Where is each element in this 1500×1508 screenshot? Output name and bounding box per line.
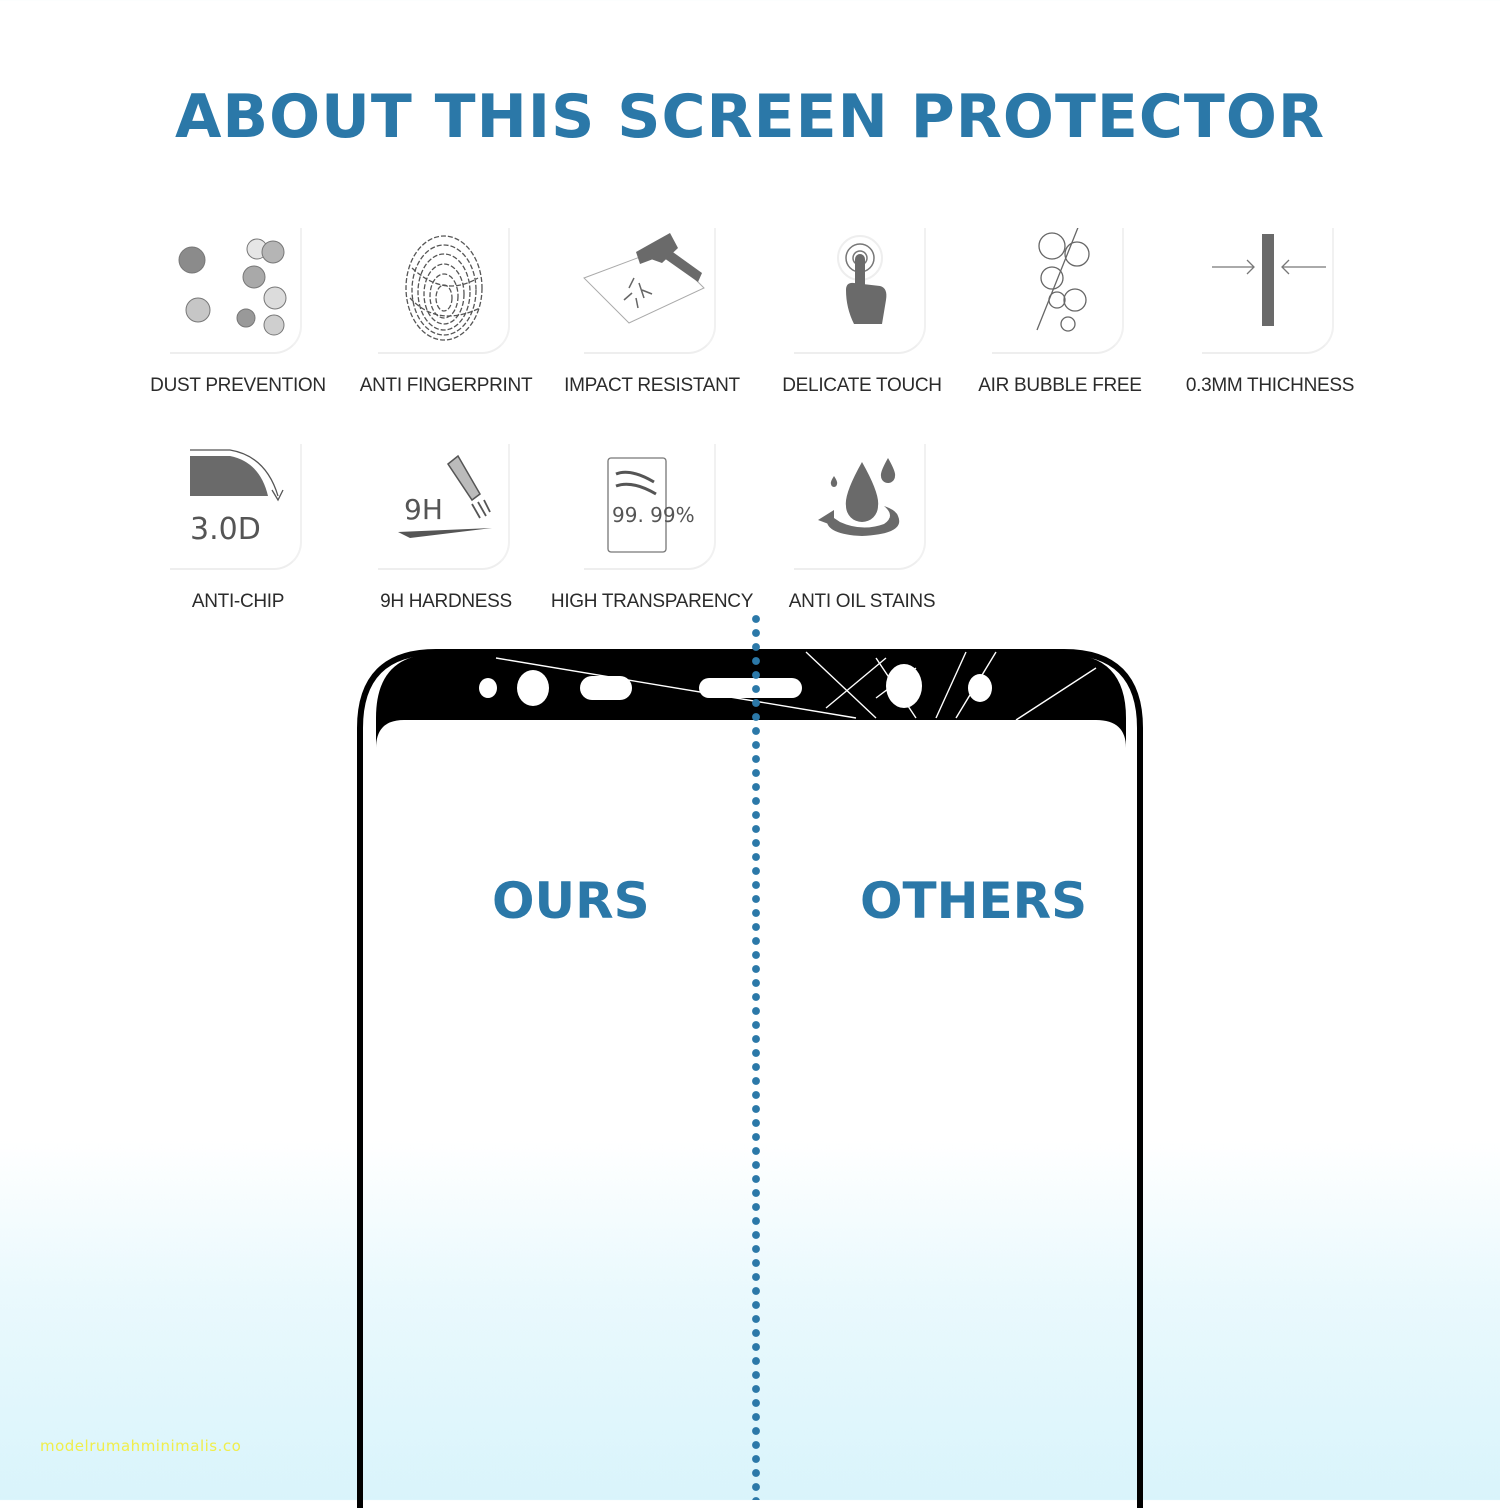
phone-illustration bbox=[357, 649, 1143, 1508]
feature-impact-resistant: IMPACT RESISTANT bbox=[552, 228, 752, 428]
feature-anti-fingerprint: ANTI FINGERPRINT bbox=[346, 228, 546, 428]
feature-label: HIGH TRANSPARENCY bbox=[550, 591, 754, 612]
comparison-divider bbox=[751, 612, 761, 1500]
curved-edge-icon: 3.0D bbox=[190, 449, 284, 547]
feature-anti-oil-stains: ANTI OIL STAINS bbox=[762, 444, 962, 644]
feature-label: IMPACT RESISTANT bbox=[564, 375, 740, 396]
blade-icon: 9H bbox=[398, 454, 492, 538]
icon-text: 3.0D bbox=[190, 512, 261, 547]
feature-label: 9H HARDNESS bbox=[380, 591, 512, 612]
feature-air-bubble-free: AIR BUBBLE FREE bbox=[960, 228, 1160, 428]
feature-label: 0.3MM THICHNESS bbox=[1185, 375, 1355, 396]
dust-particles-icon bbox=[178, 238, 287, 336]
feature-label: ANTI-CHIP bbox=[191, 591, 285, 612]
others-label: OTHERS bbox=[860, 872, 1088, 930]
watermark: modelrumahminimalis.co bbox=[40, 1437, 242, 1455]
hammer-icon bbox=[583, 233, 705, 324]
feature-delicate-touch: DELICATE TOUCH bbox=[762, 228, 962, 428]
transparency-icon: 99. 99% bbox=[607, 457, 695, 553]
finger-touch-icon bbox=[837, 235, 887, 324]
phone-top-bezel bbox=[357, 649, 1143, 1508]
icon-text: 9H bbox=[404, 493, 443, 526]
page-title: ABOUT THIS SCREEN PROTECTOR bbox=[174, 82, 1326, 152]
feature-dust-prevention: DUST PREVENTION bbox=[138, 228, 338, 428]
feature-label: ANTI FINGERPRINT bbox=[359, 375, 533, 396]
sensor-dot bbox=[479, 678, 497, 698]
icon-text: 99. 99% bbox=[612, 503, 695, 527]
ours-label: OURS bbox=[492, 872, 650, 930]
feature-thickness: 0.3MM THICHNESS bbox=[1170, 228, 1370, 428]
front-camera bbox=[517, 670, 549, 706]
feature-label: AIR BUBBLE FREE bbox=[978, 375, 1142, 396]
feature-anti-chip: 3.0D ANTI-CHIP bbox=[138, 444, 338, 644]
feature-label: DUST PREVENTION bbox=[150, 375, 326, 396]
feature-label: ANTI OIL STAINS bbox=[788, 591, 936, 612]
feature-high-transparency: 99. 99% HIGH TRANSPARENCY bbox=[551, 444, 753, 644]
oil-drop-icon bbox=[818, 458, 900, 536]
fingerprint-icon bbox=[405, 235, 483, 341]
feature-9h-hardness: 9H 9H HARDNESS bbox=[346, 444, 546, 644]
bubbles-icon bbox=[1036, 228, 1090, 332]
thickness-icon bbox=[1212, 234, 1326, 326]
